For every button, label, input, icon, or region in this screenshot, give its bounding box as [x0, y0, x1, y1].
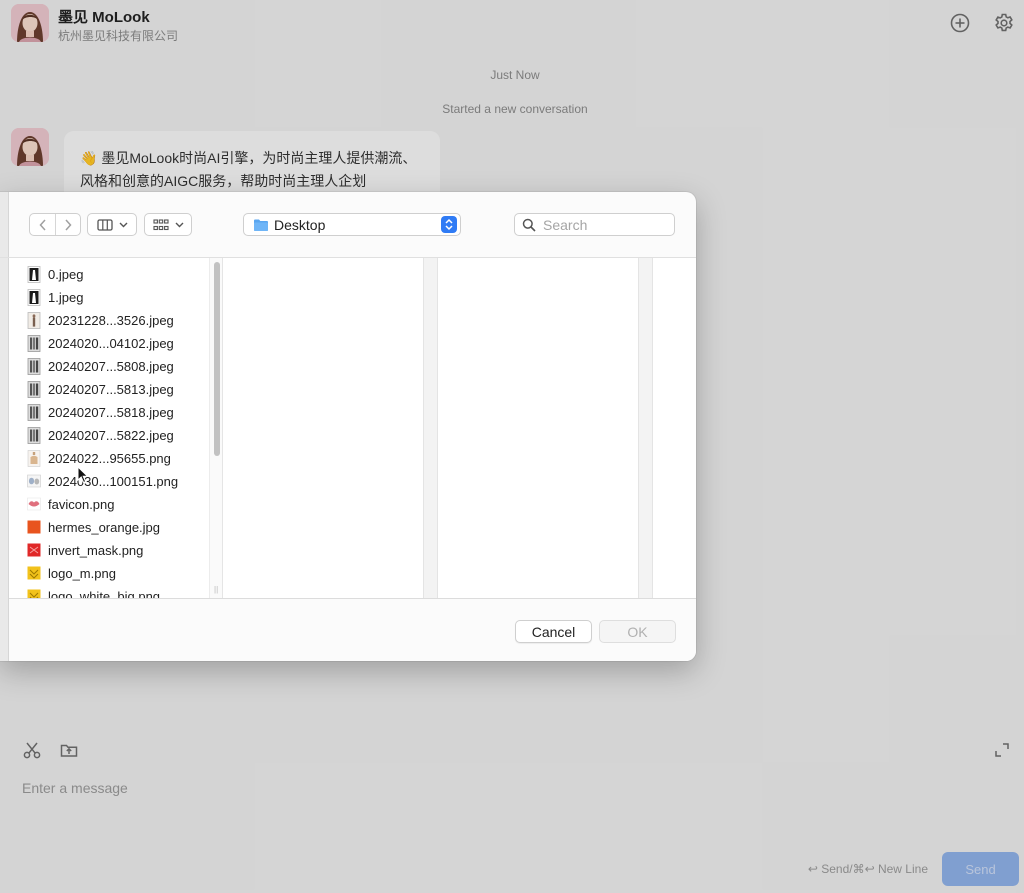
file-list-item[interactable]: 20240207...5813.jpeg — [9, 378, 209, 401]
chevron-left-icon — [38, 218, 46, 231]
chevron-down-icon — [119, 222, 127, 227]
updown-chevron-icon — [441, 216, 457, 233]
file-list-item[interactable]: 1.jpeg — [9, 286, 209, 309]
file-list-item[interactable]: 20240207...5818.jpeg — [9, 401, 209, 424]
file-list-column[interactable]: 0.jpeg 1.jpeg 20231228...3526.jpeg 2024020.… — [9, 258, 209, 598]
image-file-icon — [27, 312, 41, 329]
plus-circle-icon[interactable] — [949, 12, 971, 34]
columns-view-icon — [96, 218, 113, 231]
group-by-select[interactable] — [144, 213, 192, 236]
file-name: 0.jpeg — [48, 267, 84, 282]
file-name: 2024020...04102.jpeg — [48, 336, 174, 351]
browser-column-3[interactable] — [438, 258, 638, 598]
expand-icon[interactable] — [992, 740, 1012, 760]
image-file-icon — [27, 266, 41, 283]
file-list-item[interactable]: 2024030...100151.png — [9, 470, 209, 493]
image-file-icon — [27, 543, 41, 557]
message-timestamp: Just Now — [490, 68, 540, 82]
image-file-icon — [27, 450, 41, 467]
forward-button[interactable] — [55, 214, 80, 235]
dialog-toolbar: Desktop — [0, 192, 696, 258]
app-subtitle: 杭州墨见科技有限公司 — [58, 29, 179, 43]
file-name: logo_m.png — [48, 566, 116, 581]
file-name: favicon.png — [48, 497, 115, 512]
view-mode-select[interactable] — [87, 213, 137, 236]
search-field[interactable] — [514, 213, 675, 236]
file-list-item[interactable]: 20240207...5822.jpeg — [9, 424, 209, 447]
location-select[interactable]: Desktop — [243, 213, 461, 236]
file-list-item[interactable]: favicon.png — [9, 493, 209, 516]
dialog-footer: Cancel OK — [9, 598, 696, 661]
scrollbar-thumb[interactable] — [214, 262, 220, 456]
file-list-item[interactable]: logo_white_big.png — [9, 585, 209, 598]
file-list-item[interactable]: 2024022...95655.png — [9, 447, 209, 470]
folder-upload-icon[interactable] — [59, 740, 79, 760]
image-file-icon — [27, 520, 41, 534]
gear-icon[interactable] — [993, 12, 1015, 34]
send-button[interactable]: Send — [942, 852, 1019, 886]
column-divider[interactable] — [423, 258, 438, 598]
file-name: hermes_orange.jpg — [48, 520, 161, 535]
dialog-sidebar-edge — [0, 192, 9, 661]
file-name: 2024022...95655.png — [48, 451, 171, 466]
file-list-scrollbar[interactable]: || — [209, 258, 223, 598]
file-name: 20240207...5818.jpeg — [48, 405, 174, 420]
file-name: invert_mask.png — [48, 543, 144, 558]
message-input[interactable] — [22, 780, 782, 796]
system-note: Started a new conversation — [442, 102, 588, 116]
file-name: 20240207...5813.jpeg — [48, 382, 174, 397]
location-label: Desktop — [274, 217, 326, 233]
file-name: 20240207...5808.jpeg — [48, 359, 174, 374]
file-list-item[interactable]: logo_m.png — [9, 562, 209, 585]
image-file-icon — [27, 497, 41, 511]
scissors-icon[interactable] — [22, 740, 42, 760]
image-file-icon — [27, 589, 41, 598]
file-browser: 0.jpeg 1.jpeg 20231228...3526.jpeg 2024020.… — [9, 258, 696, 598]
search-icon — [522, 218, 536, 232]
file-list-item[interactable]: 2024020...04102.jpeg — [9, 332, 209, 355]
file-name: 20240207...5822.jpeg — [48, 428, 174, 443]
folder-icon — [254, 219, 268, 231]
browser-column-2[interactable] — [223, 258, 423, 598]
column-divider[interactable] — [638, 258, 653, 598]
chevron-right-icon — [65, 218, 72, 231]
keyboard-hint: ↩ Send/⌘↩ New Line — [807, 862, 928, 876]
mouse-cursor-icon — [77, 466, 89, 484]
file-name: logo_white_big.png — [48, 589, 161, 598]
file-open-dialog: Desktop 0.jpeg 1.jpeg 20231228...3526.jpeg… — [0, 192, 696, 661]
ok-button[interactable]: OK — [599, 620, 676, 643]
image-file-icon — [27, 335, 41, 352]
file-list-item[interactable]: 20240207...5808.jpeg — [9, 355, 209, 378]
file-list-item[interactable]: hermes_orange.jpg — [9, 516, 209, 539]
history-nav — [29, 213, 81, 236]
file-list-item[interactable]: 0.jpeg — [9, 263, 209, 286]
grid-view-icon — [152, 218, 169, 230]
file-list-item[interactable]: invert_mask.png — [9, 539, 209, 562]
assistant-avatar — [11, 128, 49, 166]
search-input[interactable] — [543, 216, 671, 233]
file-name: 20231228...3526.jpeg — [48, 313, 174, 328]
image-file-icon — [27, 566, 41, 580]
image-file-icon — [27, 358, 41, 375]
image-file-icon — [27, 404, 41, 421]
column-resize-handle[interactable]: || — [214, 586, 220, 594]
image-file-icon — [27, 289, 41, 306]
cancel-button[interactable]: Cancel — [515, 620, 592, 643]
app-header: 墨见 MoLook 杭州墨见科技有限公司 — [0, 0, 1024, 50]
image-file-icon — [27, 381, 41, 398]
image-file-icon — [27, 427, 41, 444]
image-file-icon — [27, 474, 41, 488]
back-button[interactable] — [30, 214, 55, 235]
file-list-item[interactable]: 20231228...3526.jpeg — [9, 309, 209, 332]
app-avatar — [11, 4, 49, 42]
chevron-down-icon — [175, 222, 183, 227]
file-name: 1.jpeg — [48, 290, 84, 305]
app-title: 墨见 MoLook — [58, 9, 150, 26]
composer-toolbar — [0, 736, 1024, 766]
file-name: 2024030...100151.png — [48, 474, 179, 489]
